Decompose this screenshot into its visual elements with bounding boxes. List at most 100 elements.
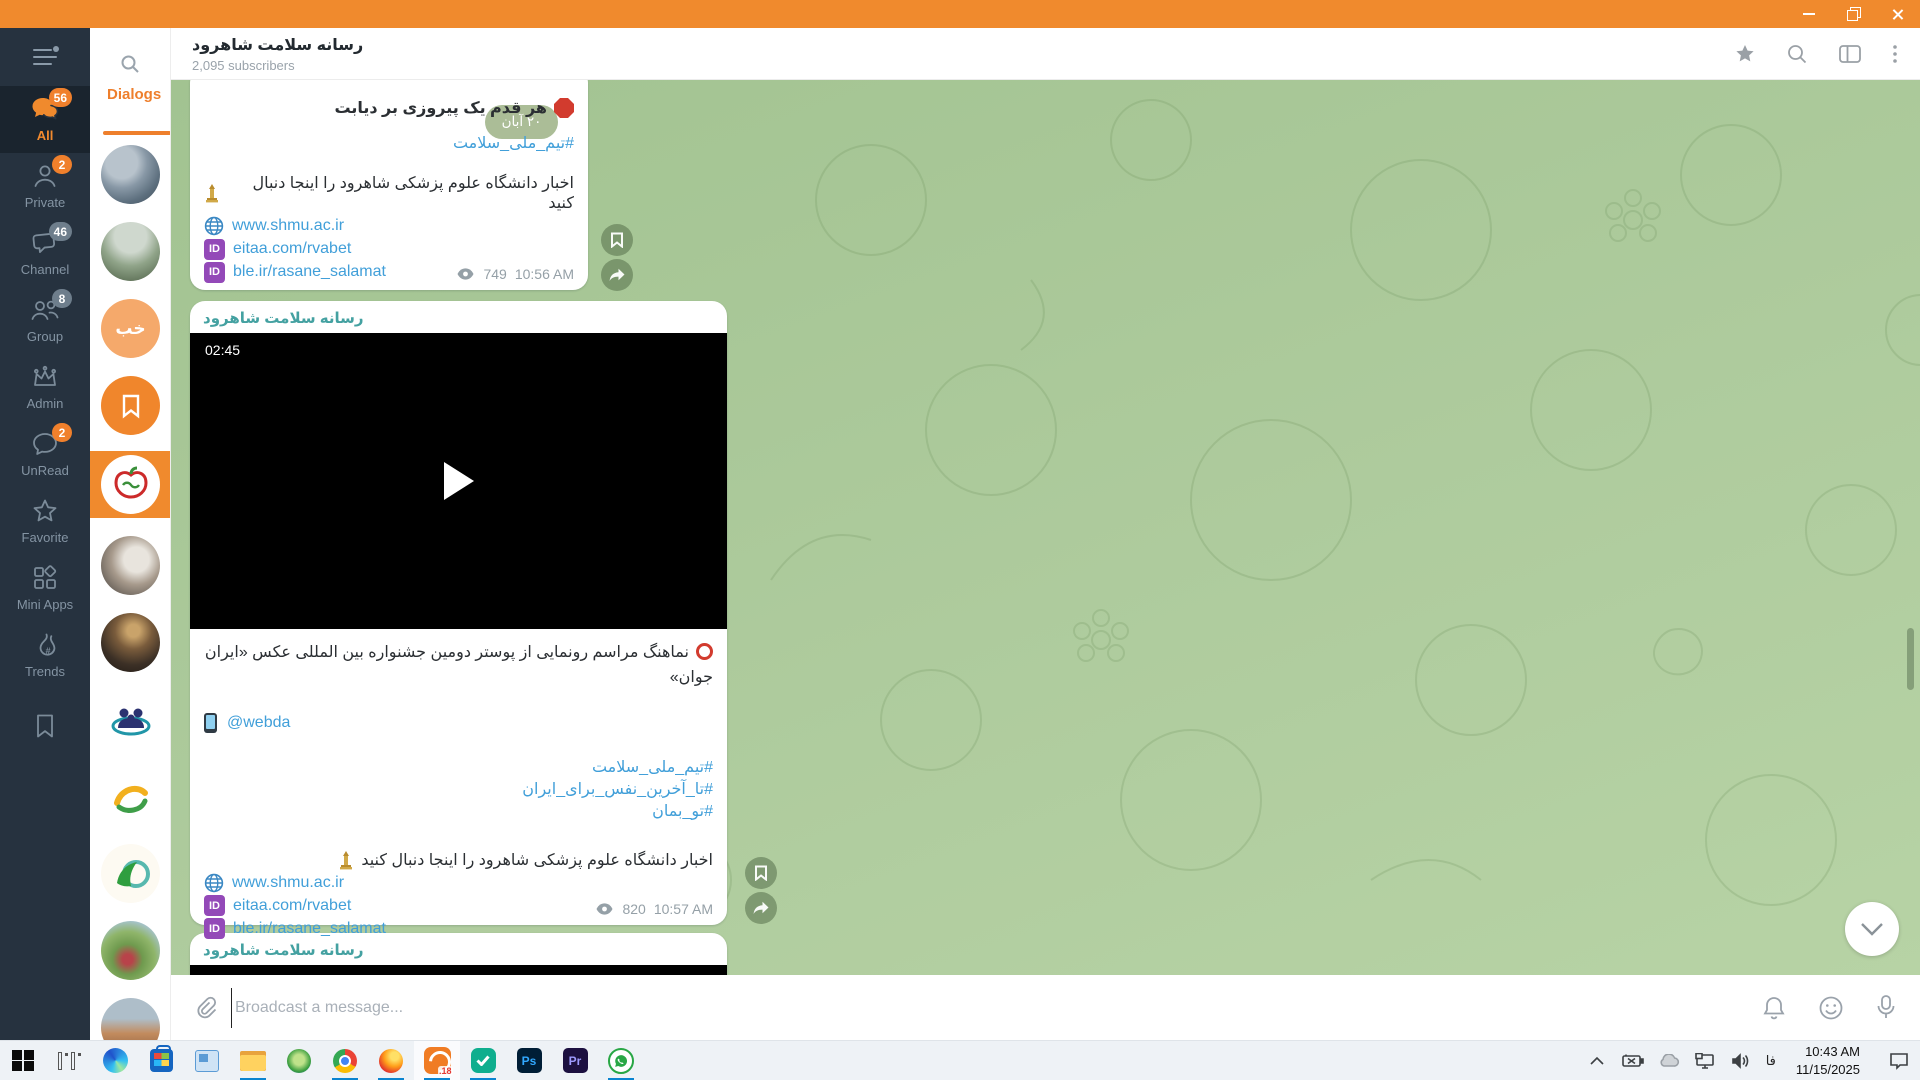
taskbar-photoshop[interactable]: Ps xyxy=(506,1041,552,1080)
minimize-button[interactable] xyxy=(1800,5,1818,23)
clock[interactable]: 10:43 AM 11/15/2025 xyxy=(1790,1043,1866,1078)
message-time: 10:56 AM xyxy=(515,266,574,282)
sidebar-item-private[interactable]: 2 Private xyxy=(0,153,90,220)
mention-link[interactable]: @webda xyxy=(227,714,290,732)
attach-button[interactable] xyxy=(193,995,219,1021)
forward-button[interactable] xyxy=(601,259,633,291)
sidebar-item-trends[interactable]: # Trends xyxy=(0,622,90,689)
message-input[interactable] xyxy=(231,988,1762,1028)
taskbar-chrome[interactable] xyxy=(322,1041,368,1080)
dialog-avatar-calligraphy-logo[interactable] xyxy=(101,767,160,826)
taskbar-edge[interactable] xyxy=(92,1041,138,1080)
forward-button[interactable] xyxy=(745,892,777,924)
dialogs-tab[interactable]: Dialogs xyxy=(107,86,161,103)
eitaa-link[interactable]: eitaa.com/rvabet xyxy=(233,240,351,258)
dialog-avatar-group-photo[interactable] xyxy=(101,145,160,204)
mini-apps-icon xyxy=(30,564,60,592)
dialog-avatar-saved-messages[interactable] xyxy=(101,376,160,435)
sidebar-item-admin[interactable]: Admin xyxy=(0,354,90,421)
dialog-avatar-health-channel[interactable] xyxy=(101,455,160,514)
hidden-icons-chevron[interactable] xyxy=(1586,1050,1608,1072)
channel-title: رسانه سلامت شاهرود xyxy=(192,35,363,55)
hashtag-link[interactable]: #تیم_ملی_سلامت xyxy=(453,135,574,152)
photos-app-icon xyxy=(195,1050,219,1072)
subscriber-count: 2,095 subscribers xyxy=(192,58,363,73)
dialog-avatar-office-photo[interactable] xyxy=(101,536,160,595)
restore-button[interactable] xyxy=(1844,5,1862,23)
dialog-avatar-night-photo[interactable] xyxy=(101,613,160,672)
taskbar-firefox[interactable] xyxy=(368,1041,414,1080)
media-placeholder[interactable] xyxy=(190,965,727,975)
dialog-avatar-building-photo[interactable] xyxy=(101,998,160,1040)
language-indicator[interactable]: فا xyxy=(1766,1053,1776,1069)
taskbar-check-app[interactable] xyxy=(460,1041,506,1080)
main-menu-button[interactable] xyxy=(0,28,90,86)
channel-name-header[interactable]: رسانه سلامت شاهرود xyxy=(190,301,727,333)
play-button[interactable] xyxy=(444,462,474,500)
sidebar-item-unread[interactable]: 2 UnRead xyxy=(0,421,90,488)
menu-kebab-icon[interactable] xyxy=(1892,43,1898,65)
stop-sign-emoji xyxy=(554,98,574,118)
onedrive-cloud-icon[interactable] xyxy=(1658,1050,1680,1072)
hashtag-link[interactable]: #تیم_ملی_سلامت xyxy=(204,757,713,779)
save-to-bookmarks-button[interactable] xyxy=(745,857,777,889)
dialog-avatar-khab[interactable]: خب xyxy=(101,299,160,358)
start-button[interactable] xyxy=(0,1041,46,1080)
sidebar-item-channel[interactable]: 46 Channel xyxy=(0,220,90,287)
hashtag-link[interactable]: #تو_بمان xyxy=(204,801,713,823)
dialog-list: خب xyxy=(90,136,171,1040)
notifications-bell-icon[interactable] xyxy=(1762,995,1786,1021)
taskbar-photos[interactable] xyxy=(184,1041,230,1080)
hashtag-block: #تیم_ملی_سلامت #تا_آخرین_نفس_برای_ایران … xyxy=(204,757,713,824)
taskbar-idm[interactable] xyxy=(276,1041,322,1080)
taskbar-store[interactable] xyxy=(138,1041,184,1080)
volume-icon[interactable] xyxy=(1730,1050,1752,1072)
dialog-avatar-green-logo[interactable] xyxy=(101,844,160,903)
network-icon[interactable] xyxy=(1694,1050,1716,1072)
website-link[interactable]: www.shmu.ac.ir xyxy=(232,217,344,235)
favorite-star-icon[interactable] xyxy=(1734,43,1756,65)
action-center-icon[interactable] xyxy=(1888,1050,1910,1072)
svg-text:#: # xyxy=(46,646,51,656)
ble-link[interactable]: ble.ir/rasane_salamat xyxy=(233,920,386,938)
premiere-icon: Pr xyxy=(563,1048,588,1073)
chat-scrollbar-thumb[interactable] xyxy=(1907,628,1914,690)
sidebar-item-group[interactable]: 8 Group xyxy=(0,287,90,354)
power-battery-icon[interactable] xyxy=(1622,1050,1644,1072)
chat-header: رسانه سلامت شاهرود 2,095 subscribers xyxy=(171,28,1920,80)
chat-area: رسانه سلامت شاهرود 2,095 subscribers xyxy=(171,28,1920,1040)
website-link[interactable]: www.shmu.ac.ir xyxy=(232,874,344,892)
task-view-button[interactable] xyxy=(46,1041,92,1080)
share-arrow-icon xyxy=(753,901,769,915)
taskbar-eitaa-active[interactable]: .18 xyxy=(414,1041,460,1080)
dialog-avatar-garden-photo[interactable] xyxy=(101,921,160,980)
search-icon[interactable] xyxy=(120,54,140,74)
save-to-bookmarks-button[interactable] xyxy=(601,224,633,256)
microphone-icon[interactable] xyxy=(1876,994,1896,1021)
badge-all: 56 xyxy=(49,88,72,107)
sidebar-item-all[interactable]: 56 All xyxy=(0,86,90,153)
video-player[interactable]: 02:45 xyxy=(190,333,727,629)
dialog-avatar-family-logo[interactable] xyxy=(101,690,160,749)
eitaa-link[interactable]: eitaa.com/rvabet xyxy=(233,897,351,915)
sidebar-item-bookmarks[interactable] xyxy=(0,703,90,750)
split-view-icon[interactable] xyxy=(1838,43,1862,65)
avatar-initials: خب xyxy=(115,319,145,339)
hashtag-link[interactable]: #تا_آخرین_نفس_برای_ایران xyxy=(204,779,713,801)
scroll-to-bottom-button[interactable] xyxy=(1845,902,1899,956)
chat-title-block[interactable]: رسانه سلامت شاهرود 2,095 subscribers xyxy=(192,35,363,73)
sidebar-item-miniapps[interactable]: Mini Apps xyxy=(0,555,90,622)
search-icon[interactable] xyxy=(1786,43,1808,65)
ble-link[interactable]: ble.ir/rasane_salamat xyxy=(233,263,386,281)
taskbar-whatsapp[interactable] xyxy=(598,1041,644,1080)
id-emoji: ID xyxy=(204,239,225,260)
dialog-active-row[interactable] xyxy=(90,451,171,518)
emoji-smiley-icon[interactable] xyxy=(1818,995,1844,1021)
dialog-avatar-park-photo[interactable] xyxy=(101,222,160,281)
follow-line: اخبار دانشگاه علوم پزشکی شاهرود را اینجا… xyxy=(204,173,574,213)
sidebar-item-favorite[interactable]: Favorite xyxy=(0,488,90,555)
close-button[interactable] xyxy=(1888,5,1906,23)
idm-icon xyxy=(287,1049,311,1073)
taskbar-file-explorer[interactable] xyxy=(230,1041,276,1080)
taskbar-premiere[interactable]: Pr xyxy=(552,1041,598,1080)
